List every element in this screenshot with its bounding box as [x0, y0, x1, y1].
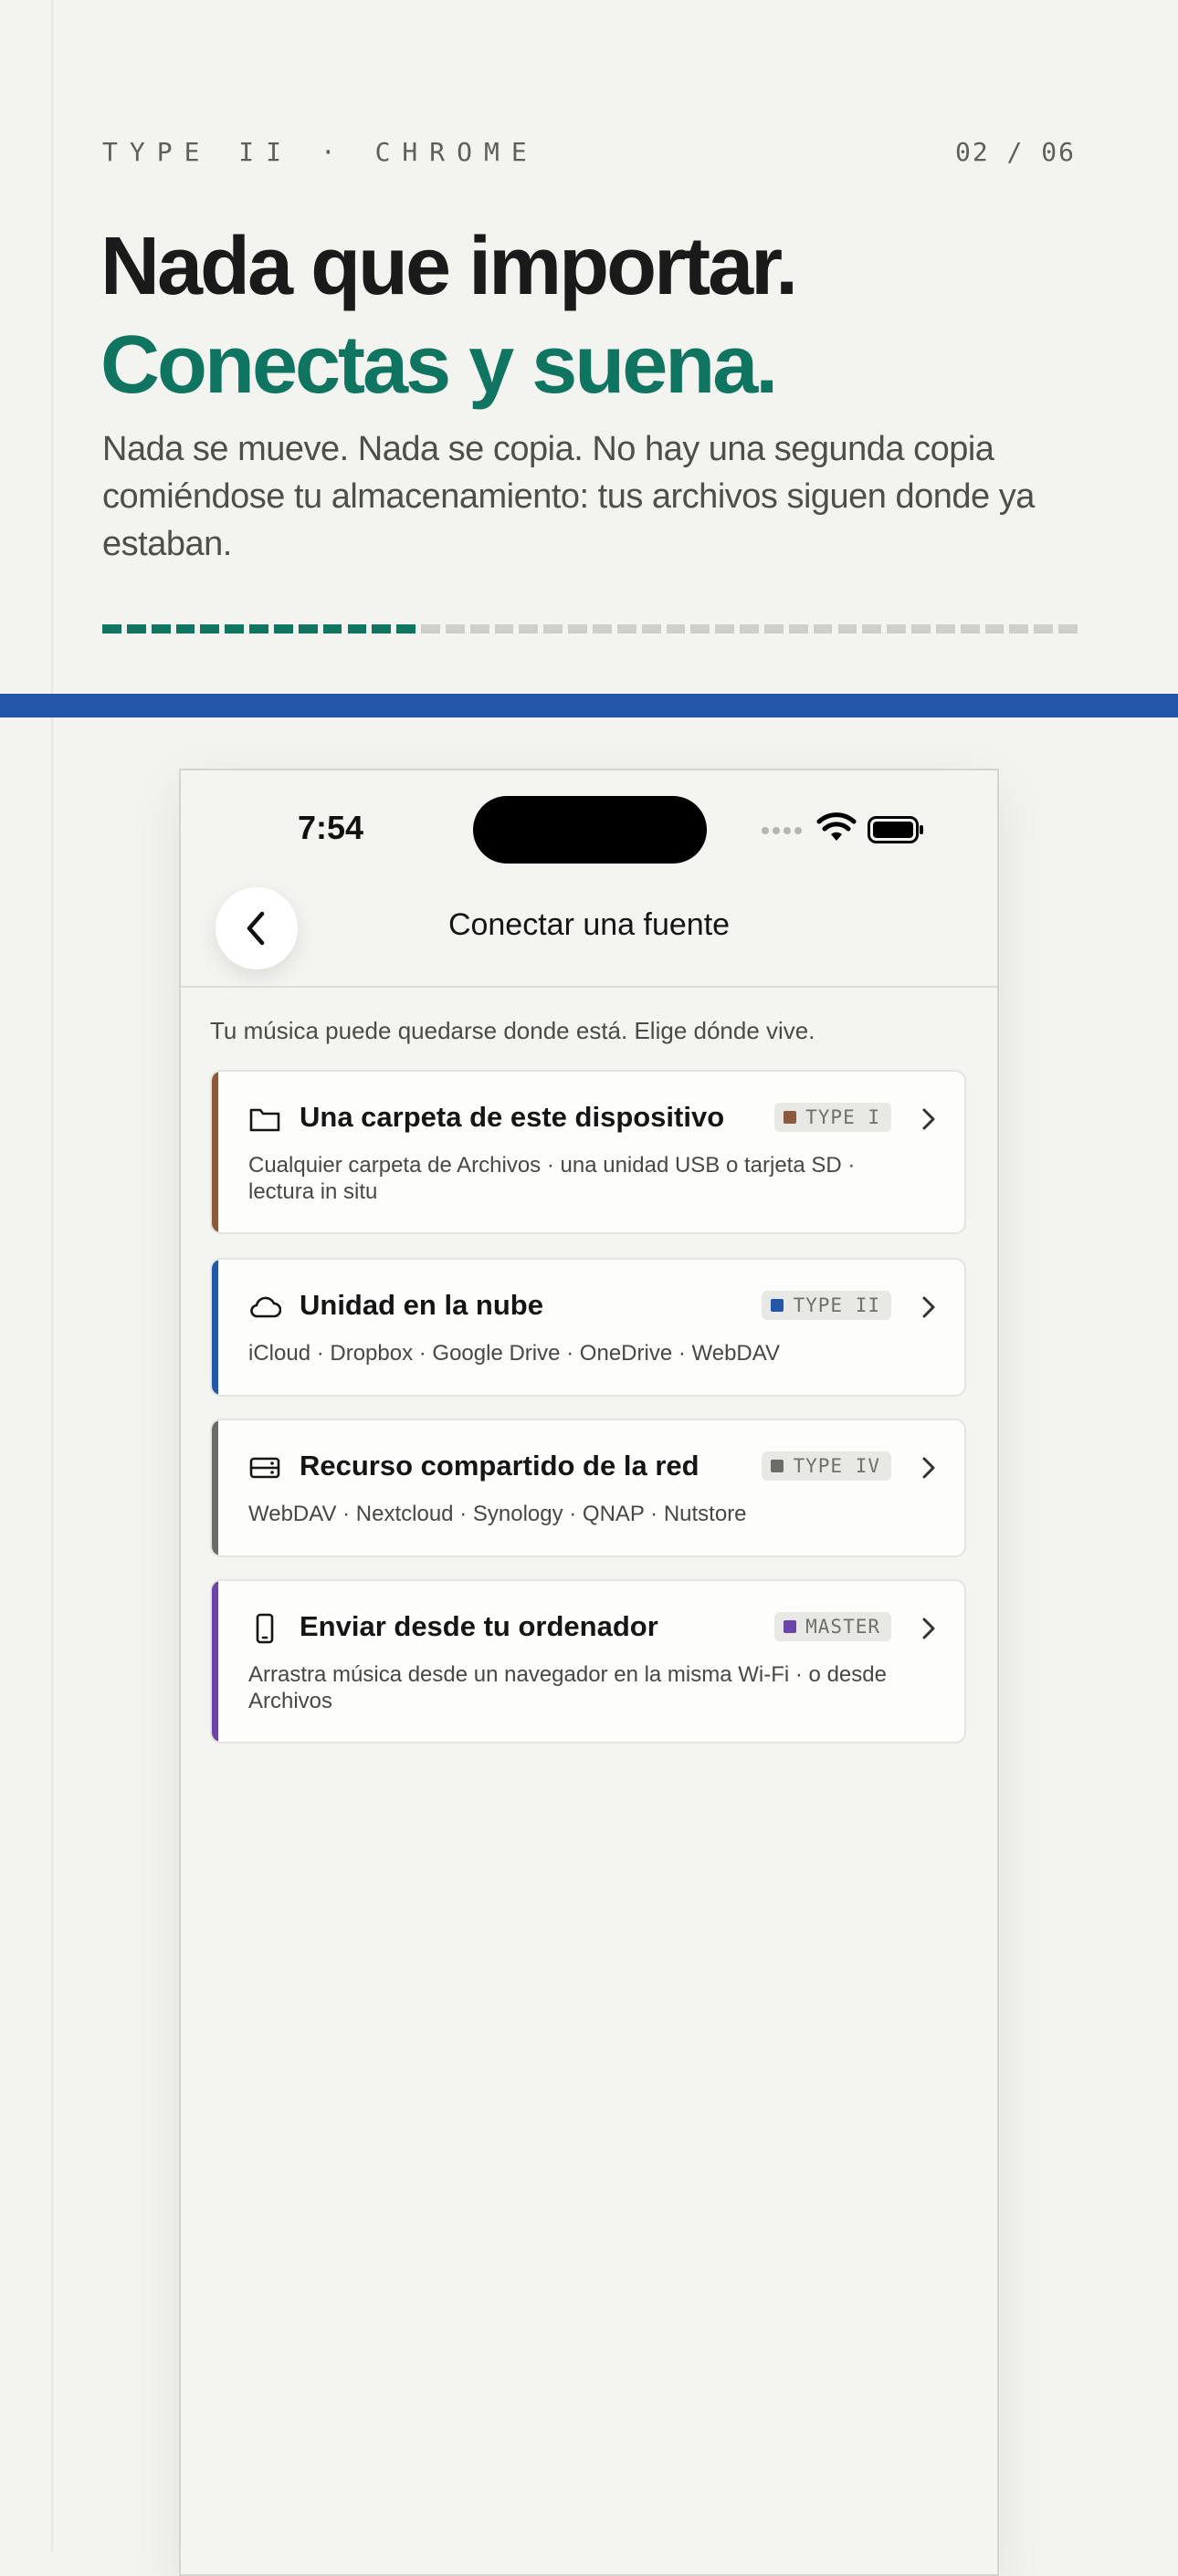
- progress-segment: [616, 624, 636, 634]
- progress-segment: [763, 624, 784, 634]
- badge-label: TYPE II: [793, 1294, 880, 1316]
- card-accent-bar: [212, 1072, 218, 1232]
- progress-segment: [494, 624, 514, 634]
- progress-segment: [322, 624, 342, 634]
- cellular-signal-icon: [762, 827, 804, 836]
- progress-indicator: [102, 624, 1078, 634]
- headline-line-1: Nada que importar.: [100, 221, 798, 312]
- progress-segment: [862, 624, 882, 634]
- progress-segment: [641, 624, 661, 634]
- badge-label: TYPE IV: [793, 1455, 880, 1477]
- progress-segment: [911, 624, 931, 634]
- progress-segment: [519, 624, 539, 634]
- card-description: WebDAV · Nextcloud · Synology · QNAP · N…: [248, 1502, 747, 1526]
- badge-color-square: [784, 1620, 797, 1633]
- phone-mockup: 7:54 Conectar una fuente Tu música puede…: [179, 769, 999, 2576]
- progress-segment: [225, 624, 245, 634]
- progress-segment: [1058, 624, 1078, 634]
- nav-divider: [181, 986, 997, 988]
- blue-band: [0, 694, 1178, 717]
- chevron-right-icon: [922, 1296, 935, 1318]
- card-title: Una carpeta de este dispositivo: [300, 1101, 725, 1133]
- card-title: Recurso compartido de la red: [300, 1450, 699, 1482]
- progress-segment: [200, 624, 220, 634]
- badge-color-square: [784, 1111, 797, 1124]
- eyebrow-label: TYPE II · CHROME: [102, 137, 539, 167]
- status-time: 7:54: [298, 809, 364, 846]
- progress-segment: [568, 624, 587, 634]
- progress-segment: [273, 624, 293, 634]
- slide-counter: 02 / 06: [954, 137, 1076, 167]
- card-description: iCloud · Dropbox · Google Drive · OneDri…: [248, 1341, 780, 1366]
- chevron-right-icon: [922, 1618, 935, 1639]
- source-option-cloud-drive[interactable]: Unidad en la nube TYPE II iCloud · Dropb…: [210, 1258, 966, 1397]
- server-icon: [249, 1457, 280, 1479]
- headline-line-2: Conectas y suena.: [100, 319, 778, 411]
- wifi-icon: [816, 812, 857, 841]
- badge-label: TYPE I: [805, 1106, 880, 1128]
- progress-segment: [469, 624, 489, 634]
- source-option-send-from-computer[interactable]: Enviar desde tu ordenador MASTER Arrastr…: [210, 1579, 966, 1744]
- source-option-network-share[interactable]: Recurso compartido de la red TYPE IV Web…: [210, 1419, 966, 1557]
- headline: Nada que importar. Conectas y suena.: [100, 217, 798, 414]
- progress-segment: [1009, 624, 1029, 634]
- progress-segment: [935, 624, 955, 634]
- progress-segment: [887, 624, 907, 634]
- page-margin-line: [51, 0, 53, 2552]
- progress-segment: [543, 624, 563, 634]
- progress-segment: [690, 624, 710, 634]
- battery-icon: [868, 816, 923, 843]
- progress-segment: [788, 624, 808, 634]
- chevron-right-icon: [922, 1457, 935, 1479]
- progress-segment: [298, 624, 318, 634]
- card-title: Unidad en la nube: [300, 1289, 543, 1321]
- progress-segment: [175, 624, 195, 634]
- screen-title: Conectar una fuente: [447, 907, 731, 942]
- chevron-right-icon: [922, 1108, 935, 1130]
- progress-segment: [151, 624, 171, 634]
- type-badge: TYPE I: [774, 1103, 891, 1132]
- progress-segment: [837, 624, 857, 634]
- lede-paragraph: Nada se mueve. Nada se copia. No hay una…: [102, 430, 1035, 563]
- progress-segment: [126, 624, 146, 634]
- progress-segment: [960, 624, 980, 634]
- badge-color-square: [771, 1299, 784, 1312]
- progress-segment: [372, 624, 392, 634]
- type-badge: TYPE II: [762, 1291, 891, 1320]
- progress-segment: [421, 624, 440, 634]
- source-option-device-folder[interactable]: Una carpeta de este dispositivo TYPE I C…: [210, 1070, 966, 1234]
- progress-segment: [347, 624, 367, 634]
- progress-segment: [666, 624, 686, 634]
- card-accent-bar: [212, 1420, 218, 1555]
- progress-segment: [1034, 624, 1054, 634]
- progress-segment: [445, 624, 465, 634]
- intro-text: Tu música puede quedarse donde está. Eli…: [210, 1017, 815, 1044]
- card-description: Arrastra música desde un navegador en la…: [248, 1662, 887, 1713]
- phone-icon: [256, 1613, 274, 1644]
- badge-color-square: [771, 1460, 784, 1472]
- progress-segment: [813, 624, 833, 634]
- progress-segment: [102, 624, 121, 634]
- dynamic-island: [473, 796, 707, 864]
- card-title: Enviar desde tu ordenador: [300, 1610, 658, 1642]
- type-badge: MASTER: [774, 1612, 891, 1641]
- type-badge: TYPE IV: [762, 1451, 891, 1481]
- card-description: Cualquier carpeta de Archivos · una unid…: [248, 1153, 856, 1204]
- cloud-icon: [250, 1296, 281, 1318]
- progress-segment: [740, 624, 759, 634]
- badge-label: MASTER: [805, 1616, 880, 1638]
- folder-icon: [249, 1108, 280, 1132]
- progress-segment: [396, 624, 416, 634]
- progress-segment: [984, 624, 1004, 634]
- progress-segment: [593, 624, 612, 634]
- progress-segment: [715, 624, 735, 634]
- card-accent-bar: [212, 1581, 218, 1742]
- progress-segment: [249, 624, 268, 634]
- card-accent-bar: [212, 1260, 218, 1395]
